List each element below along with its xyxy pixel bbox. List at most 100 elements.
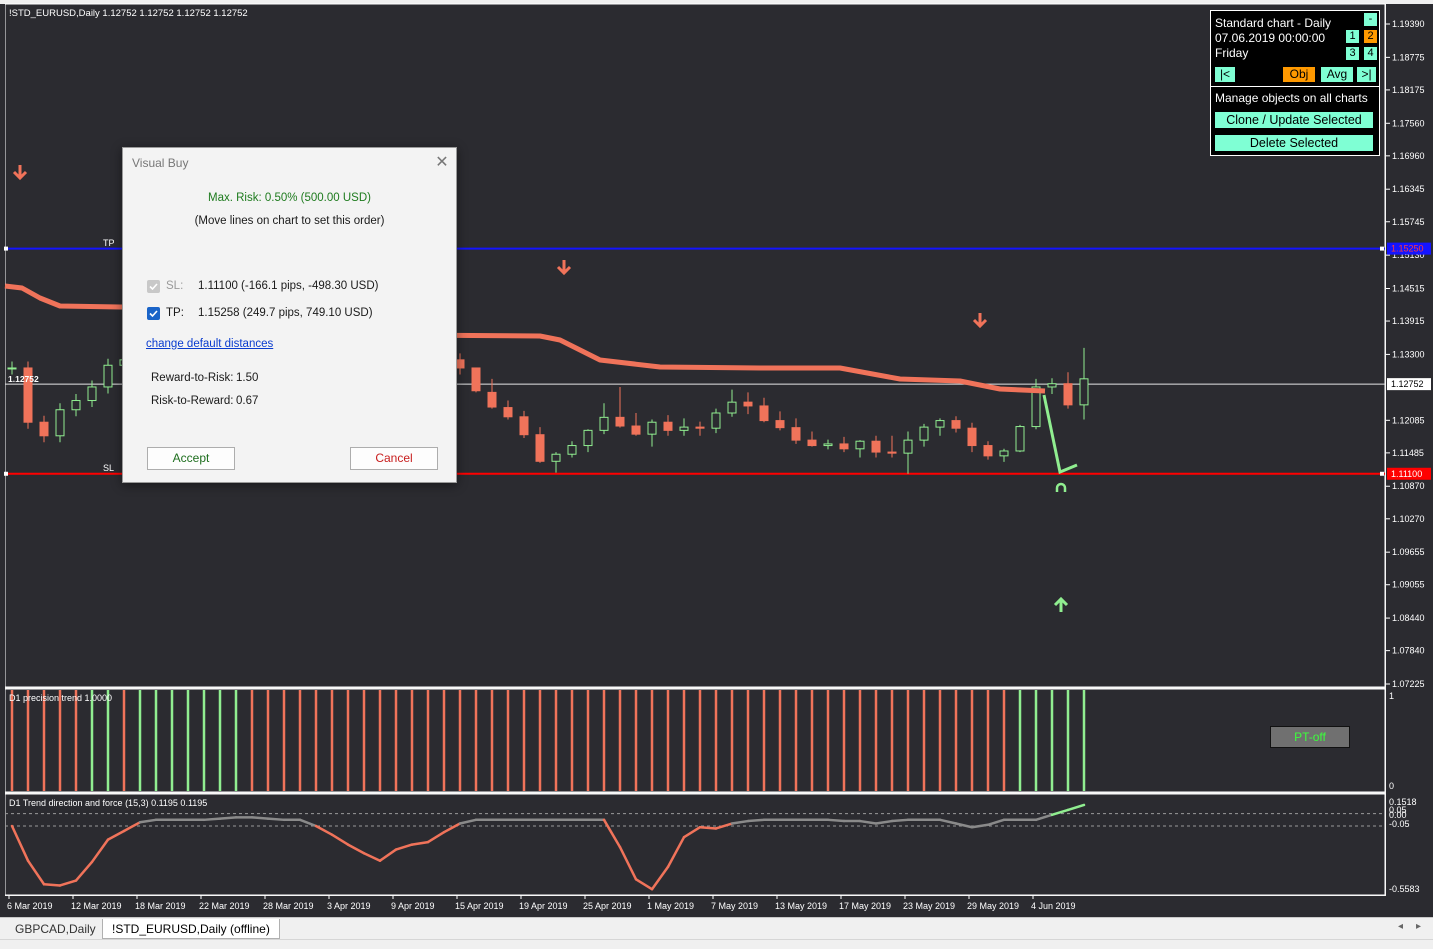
candle-body	[487, 391, 497, 408]
tab-std-eurusd-daily[interactable]: !STD_EURUSD,Daily (offline)	[102, 919, 280, 939]
tp-price-tag: 1.15250	[1391, 244, 1424, 254]
trend-force-segment	[890, 818, 910, 823]
delete-selected-button[interactable]: Delete Selected	[1215, 135, 1373, 151]
indicator1-axis-bottom: 0	[1389, 781, 1394, 791]
chart-weekday-text: Friday	[1215, 46, 1249, 60]
candle-body	[711, 412, 721, 429]
sl-line-handle-left[interactable]	[4, 471, 8, 476]
candle-body	[599, 416, 609, 431]
sl-price-tag: 1.11100	[1391, 469, 1422, 479]
candle-body	[791, 427, 801, 441]
candle-body	[887, 451, 897, 454]
candle-body	[87, 386, 97, 402]
sl-line-handle-right[interactable]	[1380, 471, 1384, 476]
dialog-title: Visual Buy	[132, 156, 189, 170]
candle-body	[839, 443, 849, 450]
first-bar-button[interactable]: |<	[1214, 66, 1236, 83]
price-axis-label: 1.17560	[1392, 118, 1425, 128]
price-axis-label: 1.10270	[1392, 514, 1425, 524]
last-bar-button[interactable]: >|	[1356, 66, 1377, 83]
tp-checkbox[interactable]	[147, 307, 160, 320]
price-axis-label: 1.08440	[1392, 613, 1425, 623]
candle-body	[567, 445, 577, 455]
chart-slot-2-button[interactable]: 2	[1364, 30, 1377, 43]
date-axis-label: 9 Apr 2019	[391, 901, 435, 911]
trend-force-segment	[698, 825, 718, 830]
visual-buy-dialog: Visual Buy ✕ Max. Risk: 0.50% (500.00 US…	[122, 147, 457, 483]
date-axis-label: 19 Apr 2019	[519, 901, 568, 911]
accept-button[interactable]: Accept	[147, 447, 235, 470]
trend-force-segment	[218, 816, 238, 820]
candle-body	[7, 367, 17, 370]
price-axis-label: 1.07225	[1392, 679, 1425, 689]
candle-body	[759, 405, 769, 422]
chart-slot-4-button[interactable]: 4	[1364, 47, 1377, 60]
pt-off-button[interactable]: PT-off	[1270, 726, 1350, 748]
price-axis-label: 1.07840	[1392, 646, 1425, 656]
indicator1-plot-area[interactable]	[4, 688, 1386, 793]
candle-body	[727, 401, 737, 414]
date-axis-label: 28 Mar 2019	[263, 901, 314, 911]
candle-body	[583, 429, 593, 447]
trend-force-segment	[250, 816, 270, 820]
check-icon	[149, 310, 158, 318]
price-axis-label: 1.19390	[1392, 19, 1425, 29]
tab-scroll-left-icon[interactable]: ◂	[1398, 921, 1403, 932]
candle-body	[663, 421, 673, 431]
price-axis-label: 1.18775	[1392, 52, 1425, 62]
clone-update-selected-button[interactable]: Clone / Update Selected	[1215, 112, 1373, 128]
date-axis-label: 7 May 2019	[711, 901, 758, 911]
risk-to-reward-label: Risk-to-Reward:	[151, 395, 234, 407]
tp-label: TP:	[166, 307, 184, 319]
objects-button[interactable]: Obj	[1282, 66, 1316, 83]
close-icon[interactable]: ✕	[433, 152, 451, 172]
trend-force-segment	[202, 817, 222, 822]
price-axis-label: 1.15745	[1392, 217, 1425, 227]
tp-line-handle-left[interactable]	[4, 246, 8, 251]
candle-body	[647, 421, 657, 435]
candle-body	[615, 416, 625, 427]
candle-body	[935, 420, 945, 428]
chart-slot-1-button[interactable]: 1	[1346, 30, 1359, 43]
candle-body	[535, 434, 545, 462]
candle-body	[1063, 383, 1073, 406]
sl-checkbox[interactable]	[147, 280, 160, 293]
minimize-panel-button[interactable]: -	[1364, 13, 1377, 26]
date-axis-label: 13 May 2019	[775, 901, 827, 911]
tp-line-handle-right[interactable]	[1380, 246, 1384, 251]
date-axis-label: 1 May 2019	[647, 901, 694, 911]
left-gutter	[0, 4, 5, 896]
indicator1-label: D1 precision trend 1.0000	[9, 693, 112, 703]
indicator2-plot-area[interactable]	[4, 793, 1386, 896]
sl-label: SL:	[166, 280, 184, 292]
trend-force-segment	[42, 883, 62, 887]
average-button[interactable]: Avg	[1320, 66, 1354, 83]
price-axis-label: 1.16345	[1392, 184, 1425, 194]
price-axis-label: 1.14515	[1392, 283, 1425, 293]
change-default-distances-link[interactable]: change default distances	[146, 338, 273, 350]
candle-body	[967, 427, 977, 447]
candle-body	[855, 440, 865, 450]
tab-scroll-right-icon[interactable]: ▸	[1416, 921, 1421, 932]
dialog-hint-text: (Move lines on chart to set this order)	[194, 215, 385, 227]
chart-slot-3-button[interactable]: 3	[1346, 47, 1359, 60]
check-icon	[149, 283, 158, 291]
date-axis-label: 6 Mar 2019	[7, 901, 53, 911]
reward-to-risk-value: 1.50	[236, 372, 259, 384]
trend-force-segment	[266, 817, 286, 822]
candle-body	[871, 440, 881, 453]
tab-gbpcad-daily[interactable]: GBPCAD,Daily	[6, 919, 105, 939]
max-risk-text: Max. Risk: 0.50% (500.00 USD)	[208, 192, 371, 204]
candle-body	[1079, 378, 1089, 406]
chart-info-panel: Standard chart - Daily 07.06.2019 00:00:…	[1210, 10, 1380, 87]
sl-line-label: SL	[103, 463, 114, 473]
date-axis-label: 12 Mar 2019	[71, 901, 122, 911]
price-axis-label: 1.09055	[1392, 580, 1425, 590]
candle-body	[39, 421, 49, 437]
chart-tab-bar: GBPCAD,Daily !STD_EURUSD,Daily (offline)…	[0, 917, 1433, 940]
cancel-button[interactable]: Cancel	[350, 447, 438, 470]
candle-body	[695, 426, 705, 429]
objects-panel: Manage objects on all charts Clone / Upd…	[1210, 86, 1380, 156]
indicator2-label: D1 Trend direction and force (15,3) 0.11…	[9, 798, 207, 808]
candle-body	[551, 453, 561, 462]
